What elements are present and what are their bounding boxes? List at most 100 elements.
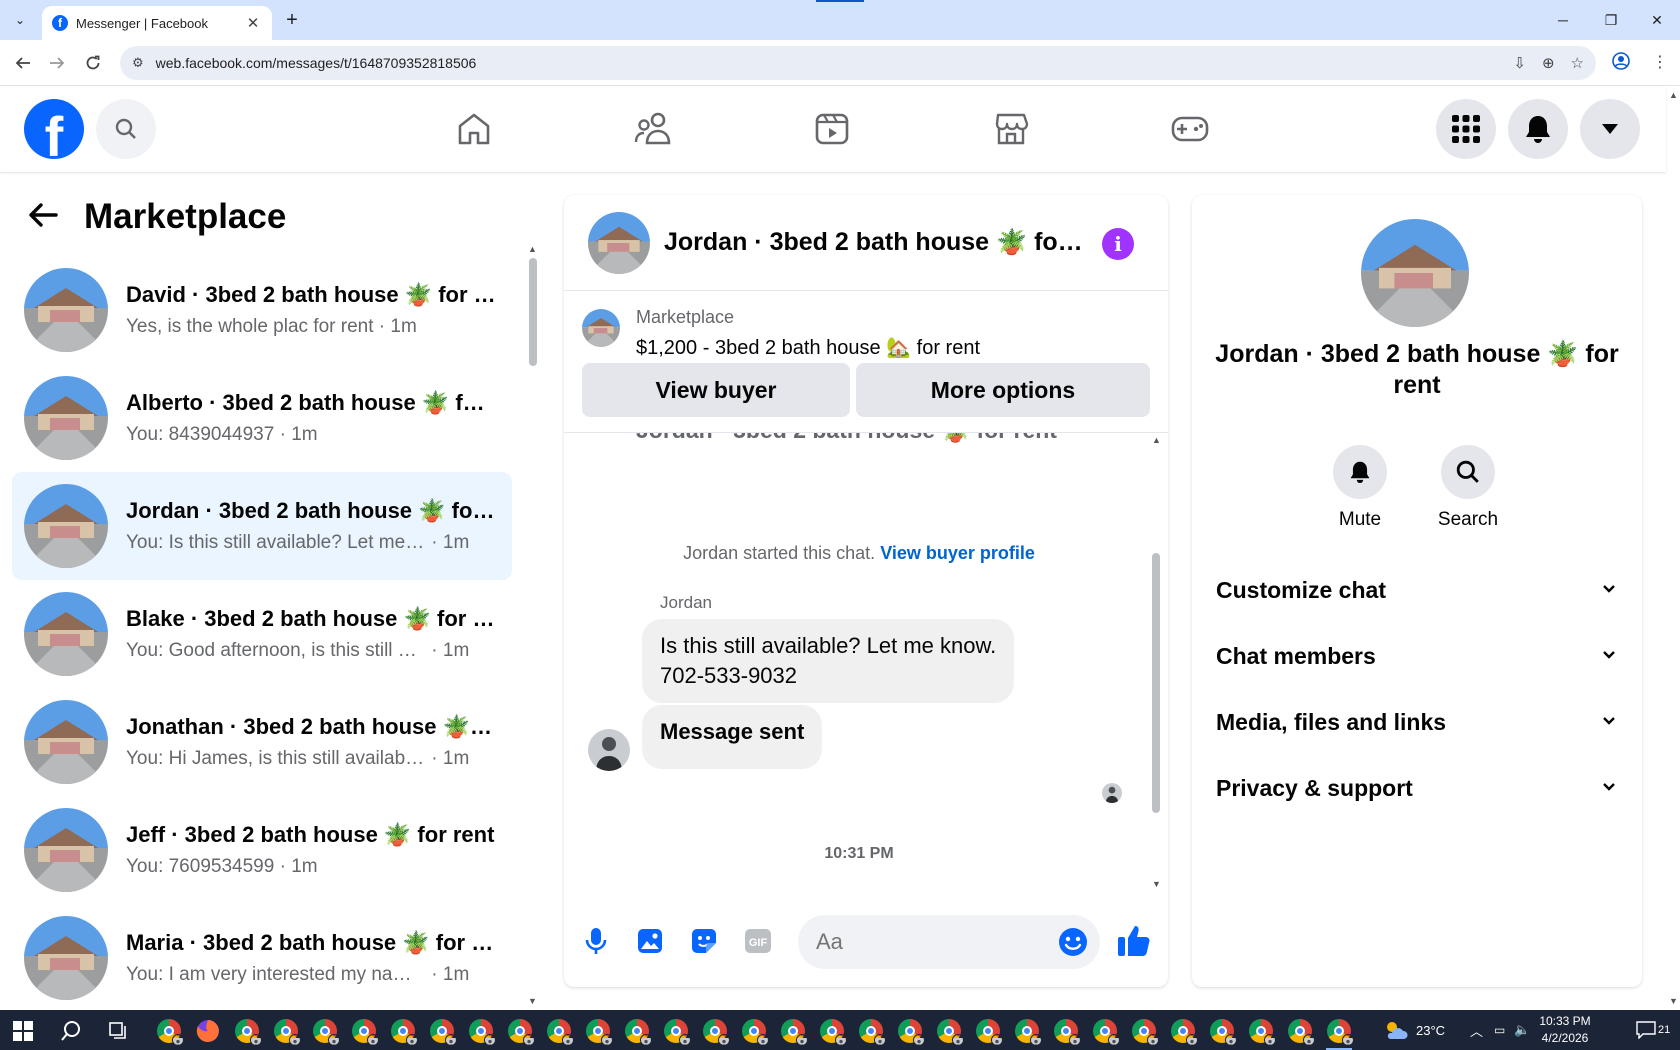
page-scrollbar[interactable]: ▲ ▼	[1666, 86, 1680, 1010]
scrollbar-thumb[interactable]	[1152, 553, 1160, 813]
tray-volume-icon[interactable]: 🔈	[1514, 1010, 1530, 1050]
conversation-list-scrollbar[interactable]: ▲ ▼	[528, 244, 538, 1006]
chrome-taskbar-icon[interactable]	[1248, 1018, 1276, 1046]
windows-start-icon[interactable]	[10, 1018, 36, 1044]
chrome-taskbar-icon[interactable]	[1014, 1018, 1042, 1046]
conversation-info-icon[interactable]: i	[1102, 228, 1134, 260]
view-buyer-button[interactable]: View buyer	[582, 363, 850, 417]
window-close-button[interactable]: ✕	[1634, 0, 1680, 40]
task-view-icon[interactable]	[106, 1018, 132, 1044]
install-app-icon[interactable]: ⇩	[1513, 54, 1526, 72]
new-tab-button[interactable]: +	[280, 8, 304, 32]
conversation-avatar[interactable]	[24, 268, 108, 352]
conversation-item[interactable]: Blake · 3bed 2 bath house 🪴 for rent You:…	[12, 580, 512, 688]
marketplace-icon[interactable]	[986, 104, 1036, 154]
chrome-taskbar-icon[interactable]	[351, 1018, 379, 1046]
chat-avatar[interactable]	[588, 211, 650, 274]
sticker-icon[interactable]	[688, 925, 720, 957]
bell-icon[interactable]	[1333, 445, 1387, 499]
search-icon[interactable]	[96, 99, 156, 159]
reload-icon[interactable]	[80, 50, 106, 76]
chrome-taskbar-icon[interactable]	[1326, 1018, 1354, 1046]
conversation-avatar[interactable]	[24, 484, 108, 568]
chrome-taskbar-icon[interactable]	[429, 1018, 457, 1046]
profile-avatar[interactable]	[1361, 219, 1469, 327]
microphone-icon[interactable]	[580, 925, 612, 957]
chrome-taskbar-icon[interactable]	[546, 1018, 574, 1046]
chrome-taskbar-icon[interactable]	[858, 1018, 886, 1046]
url-text[interactable]: web.facebook.com/messages/t/164870935281…	[156, 55, 1498, 71]
browser-menu-icon[interactable]: ⋮	[1652, 52, 1668, 72]
conversation-item[interactable]: Jeff · 3bed 2 bath house 🪴 for rent You: …	[12, 796, 512, 904]
conversation-item[interactable]: Jonathan · 3bed 2 bath house 🪴 for rent Y…	[12, 688, 512, 796]
video-watch-icon[interactable]	[807, 104, 857, 154]
chat-title[interactable]: Jordan · 3bed 2 bath house 🪴 for rent	[664, 228, 1088, 257]
scrollbar-thumb[interactable]	[529, 258, 537, 366]
system-clock[interactable]: 10:33 PM 4/2/2026	[1530, 1013, 1600, 1047]
chrome-taskbar-icon[interactable]	[663, 1018, 691, 1046]
conversation-avatar[interactable]	[24, 808, 108, 892]
forward-arrow-icon[interactable]	[44, 50, 70, 76]
gaming-icon[interactable]	[1165, 104, 1215, 154]
tab-close-icon[interactable]: ✕	[244, 14, 262, 32]
thread-scrollbar[interactable]: ▲ ▼	[1150, 433, 1162, 895]
listing-thumbnail[interactable]	[582, 309, 620, 347]
chrome-taskbar-icon[interactable]	[936, 1018, 964, 1046]
section-chat-members[interactable]: Chat members	[1206, 626, 1626, 686]
section-privacy-support[interactable]: Privacy & support	[1206, 758, 1626, 818]
chrome-taskbar-icon[interactable]	[312, 1018, 340, 1046]
section-customize-chat[interactable]: Customize chat	[1206, 560, 1626, 620]
chrome-taskbar-icon[interactable]	[702, 1018, 730, 1046]
chrome-taskbar-icon[interactable]	[234, 1018, 262, 1046]
section-media-files-links[interactable]: Media, files and links	[1206, 692, 1626, 752]
menu-grid-icon[interactable]	[1436, 99, 1496, 159]
scroll-down-arrow-icon[interactable]: ▼	[1152, 879, 1161, 889]
tray-overflow-chevron-icon[interactable]: ︿	[1470, 1010, 1483, 1050]
conversation-item[interactable]: David · 3bed 2 bath house 🪴 for rent Yes,…	[12, 256, 512, 364]
emoji-icon[interactable]	[1058, 927, 1088, 957]
browser-tab-messenger[interactable]: f Messenger | Facebook ✕	[42, 6, 272, 40]
chrome-taskbar-icon[interactable]	[156, 1018, 184, 1046]
firefox-taskbar-icon[interactable]	[195, 1018, 221, 1044]
conversation-avatar[interactable]	[24, 700, 108, 784]
weather-widget[interactable]: 23°C	[1384, 1010, 1445, 1050]
thumbs-up-like-icon[interactable]	[1116, 923, 1152, 959]
more-options-button[interactable]: More options	[856, 363, 1150, 417]
scroll-down-arrow-icon[interactable]: ▼	[528, 996, 537, 1006]
scroll-down-arrow-icon[interactable]: ▼	[1669, 996, 1678, 1006]
search-icon[interactable]	[1441, 445, 1495, 499]
message-bubble[interactable]: Message sent	[642, 705, 823, 769]
chrome-taskbar-icon[interactable]	[507, 1018, 535, 1046]
scroll-up-arrow-icon[interactable]: ▲	[1669, 90, 1678, 100]
account-dropdown-icon[interactable]	[1580, 99, 1640, 159]
chrome-taskbar-icon[interactable]	[273, 1018, 301, 1046]
conversation-avatar[interactable]	[24, 916, 108, 1000]
chrome-taskbar-icon[interactable]	[585, 1018, 613, 1046]
profile-icon[interactable]	[1612, 52, 1630, 75]
notification-center-icon[interactable]: 21	[1636, 1010, 1670, 1050]
chrome-taskbar-icon[interactable]	[390, 1018, 418, 1046]
listing-title[interactable]: $1,200 - 3bed 2 bath house 🏡 for rent	[636, 335, 980, 360]
scroll-up-arrow-icon[interactable]: ▲	[1152, 435, 1161, 445]
mute-action[interactable]: Mute	[1310, 445, 1410, 531]
window-restore-button[interactable]: ❐	[1588, 0, 1634, 40]
message-input[interactable]	[798, 915, 1100, 969]
taskbar-search-icon[interactable]	[58, 1018, 84, 1044]
chrome-taskbar-icon[interactable]	[741, 1018, 769, 1046]
gif-icon[interactable]: GIF	[742, 925, 774, 957]
chrome-taskbar-icon[interactable]	[897, 1018, 925, 1046]
chrome-taskbar-icon[interactable]	[975, 1018, 1003, 1046]
chrome-taskbar-icon[interactable]	[1053, 1018, 1081, 1046]
message-bubble[interactable]: Is this still available? Let me know. 70…	[642, 619, 1015, 703]
search-action[interactable]: Search	[1418, 445, 1518, 531]
facebook-logo-icon[interactable]: f	[24, 99, 84, 159]
chrome-taskbar-icon[interactable]	[819, 1018, 847, 1046]
conversation-avatar[interactable]	[24, 592, 108, 676]
tray-network-icon[interactable]: ▭	[1494, 1010, 1505, 1050]
chrome-taskbar-icon[interactable]	[1131, 1018, 1159, 1046]
back-arrow-icon[interactable]	[28, 199, 68, 236]
photo-attach-icon[interactable]	[634, 925, 666, 957]
window-minimize-button[interactable]: ─	[1540, 0, 1586, 40]
chrome-taskbar-icon[interactable]	[624, 1018, 652, 1046]
chrome-taskbar-icon[interactable]	[1092, 1018, 1120, 1046]
